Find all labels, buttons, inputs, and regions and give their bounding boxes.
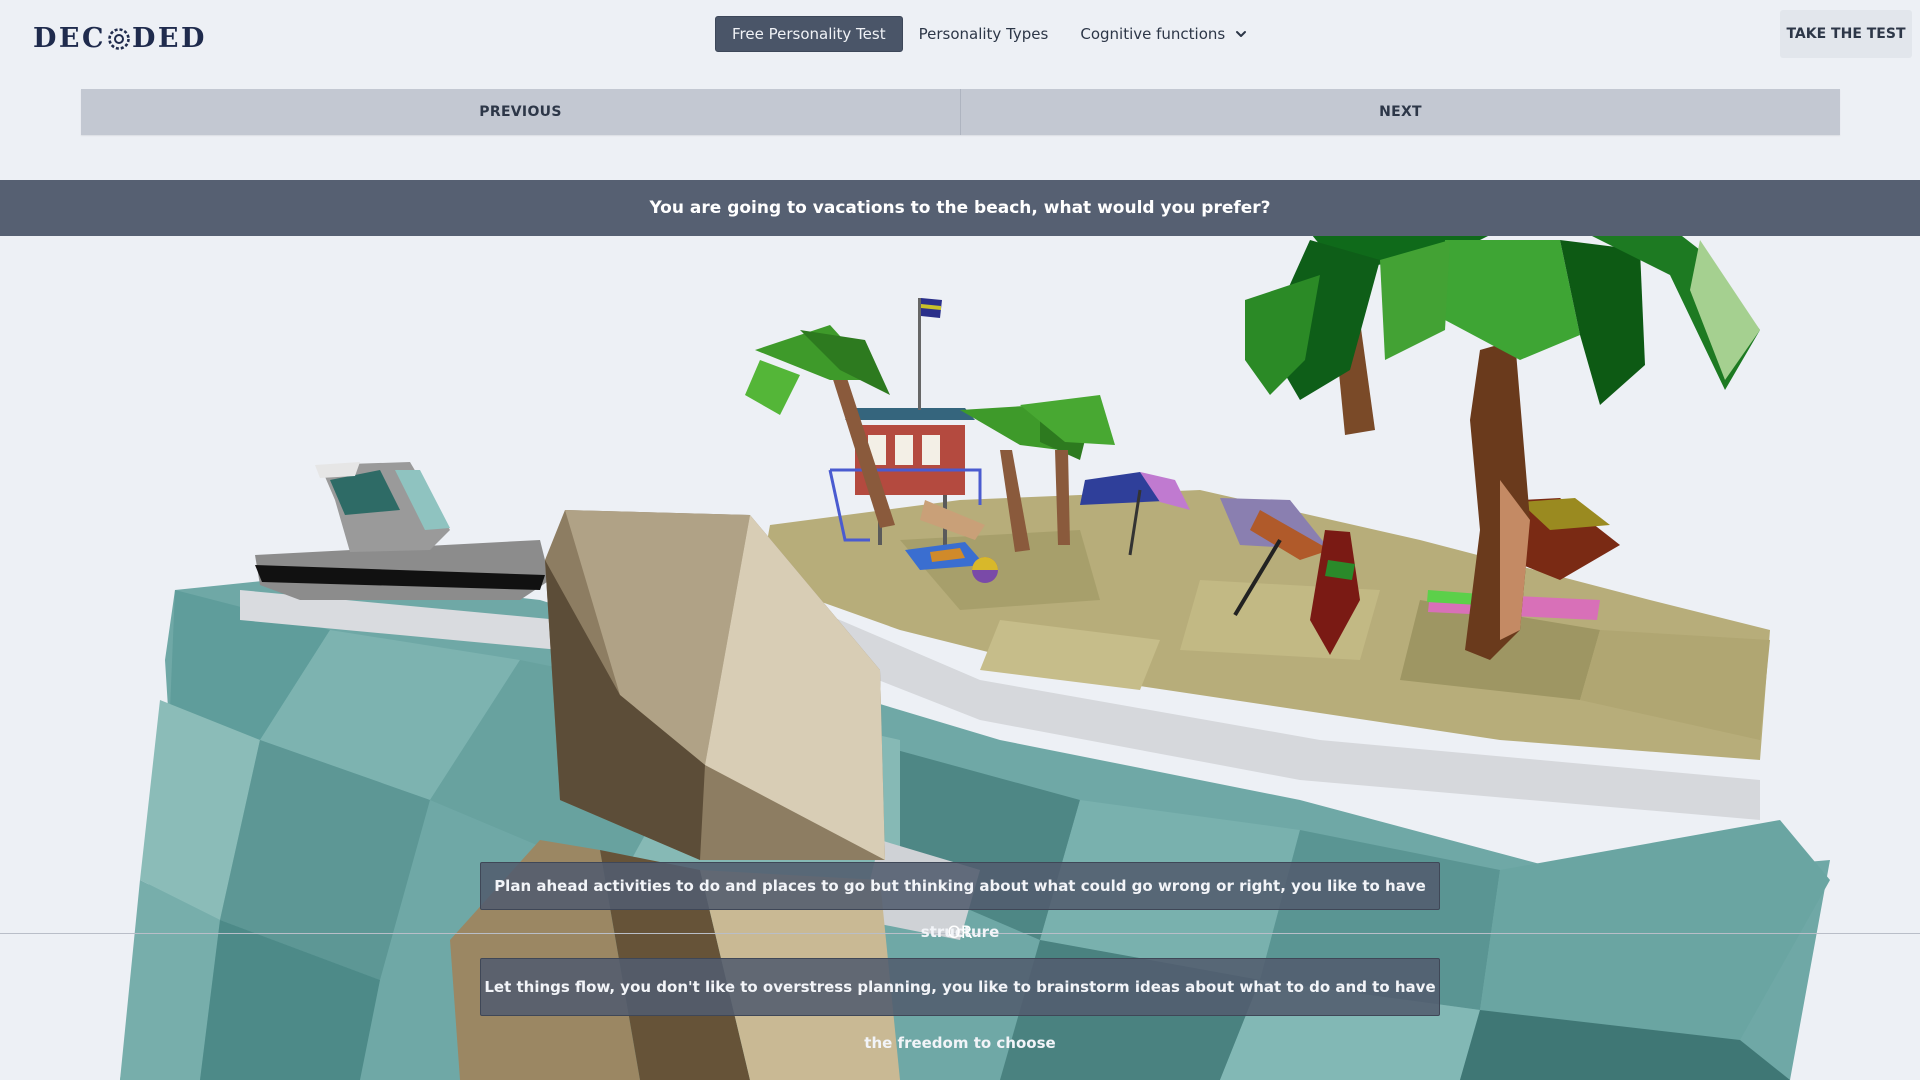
nav-label: Free Personality Test [732, 25, 886, 43]
top-header: DEC DED Free Personality Test Personalit… [0, 0, 1920, 70]
answer-option-flow[interactable]: Let things flow, you don't like to overs… [480, 958, 1440, 1052]
nav-label: Cognitive functions [1080, 25, 1226, 43]
nav-label: Personality Types [918, 25, 1049, 43]
answer-option-structure[interactable]: Plan ahead activities to do and places t… [480, 862, 1440, 941]
nav-cognitive-functions-dropdown[interactable]: Cognitive functions [1064, 16, 1263, 52]
logo-text-start: DEC [33, 23, 106, 54]
or-separator: OR [947, 923, 973, 943]
site-logo[interactable]: DEC DED [33, 22, 207, 56]
nav-personality-types[interactable]: Personality Types [903, 16, 1065, 52]
next-button[interactable]: NEXT [960, 89, 1840, 135]
main-nav: Free Personality Test Personality Types … [715, 16, 1263, 52]
previous-button[interactable]: PREVIOUS [81, 89, 960, 135]
question-pager: PREVIOUS NEXT [81, 89, 1840, 135]
logo-wordmark: DEC DED [33, 22, 207, 56]
logo-text-end: DED [131, 23, 207, 54]
logo-mark-icon [108, 28, 130, 50]
question-text: You are going to vacations to the beach,… [0, 180, 1920, 236]
chevron-down-icon [1236, 31, 1247, 37]
take-the-test-button[interactable]: TAKE THE TEST [1780, 10, 1912, 58]
nav-free-personality-test[interactable]: Free Personality Test [715, 16, 903, 52]
